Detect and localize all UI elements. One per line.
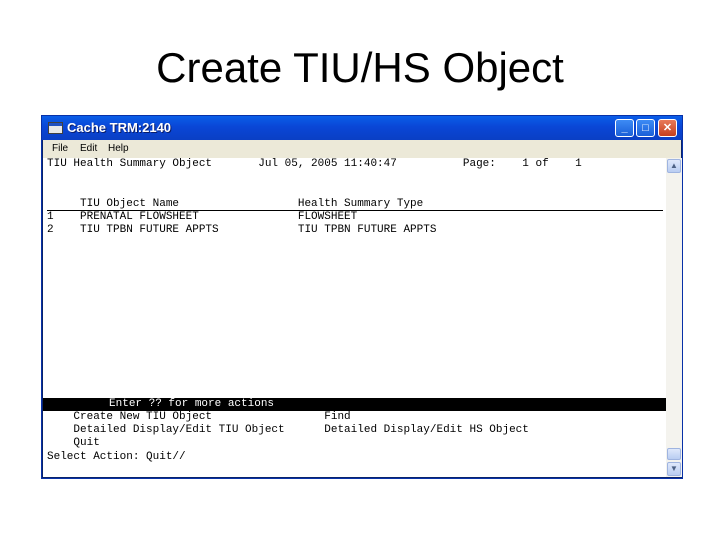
maximize-button[interactable]: □ [636,119,655,137]
column-header: TIU Object Name Health Summary Type [47,198,424,210]
action-row: Create New TIU Object Find [47,411,351,423]
menu-bar: File Edit Help [43,140,681,158]
terminal-screen[interactable]: TIU Health Summary Object Jul 05, 2005 1… [43,158,666,477]
list-item: 1 PRENATAL FLOWSHEET FLOWSHEET [47,211,358,223]
action-hint-bar: Enter ?? for more actions [43,398,666,411]
action-row: Quit [47,437,100,449]
terminal-window: Cache TRM:2140 _ □ ✕ File Edit Help TIU … [41,115,683,479]
list-item: 2 TIU TPBN FUTURE APPTS TIU TPBN FUTURE … [47,224,437,236]
vertical-scrollbar[interactable]: ▲ ▼ [666,158,682,477]
scroll-up-arrow-icon[interactable]: ▲ [667,159,681,173]
menu-file[interactable]: File [52,143,68,154]
window-titlebar[interactable]: Cache TRM:2140 _ □ ✕ [42,116,682,140]
scroll-down-arrow-icon[interactable]: ▼ [667,462,681,476]
scroll-thumb[interactable] [667,448,681,460]
screen-header: TIU Health Summary Object Jul 05, 2005 1… [47,158,582,170]
close-button[interactable]: ✕ [658,119,677,137]
action-prompt[interactable]: Select Action: Quit// [47,451,186,463]
action-row: Detailed Display/Edit TIU Object Detaile… [47,424,529,436]
minimize-button[interactable]: _ [615,119,634,137]
slide-title: Create TIU/HS Object [156,44,564,91]
window-title: Cache TRM:2140 [67,120,172,135]
menu-help[interactable]: Help [108,143,129,154]
menu-edit[interactable]: Edit [80,143,97,154]
terminal-app-icon [48,122,63,134]
